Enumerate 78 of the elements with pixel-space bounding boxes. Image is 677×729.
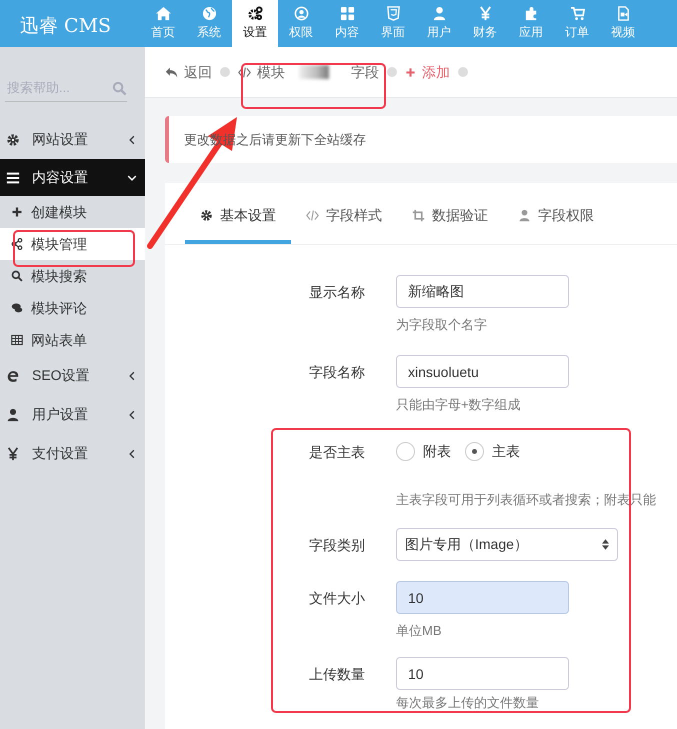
search-icon xyxy=(11,270,23,282)
field-label: 上传数量 xyxy=(308,664,365,682)
gears-icon xyxy=(248,6,262,21)
back-link[interactable]: 返回 xyxy=(165,62,212,82)
help-text: 主表字段可用于列表循环或者搜索；附表只能 xyxy=(396,492,657,508)
video-file-icon xyxy=(616,6,630,21)
code-icon xyxy=(238,66,251,78)
grid-icon xyxy=(340,6,354,21)
plus-icon xyxy=(11,206,23,218)
settings-icon xyxy=(200,209,213,222)
form-tab[interactable]: 字段权限 xyxy=(503,197,609,244)
code-icon xyxy=(306,209,319,222)
sidebar-item[interactable]: SEO设置 xyxy=(0,356,145,395)
sidebar-item[interactable]: 内容设置 xyxy=(0,159,145,196)
breadcrumb-link[interactable]: 模块 xyxy=(238,62,285,82)
field-label: 文件大小 xyxy=(308,588,365,606)
help-text: 单位MB xyxy=(396,623,442,639)
chevron-down-icon xyxy=(127,172,137,182)
breadcrumb-link[interactable]: 字段 xyxy=(351,62,379,82)
field-label: 是否主表 xyxy=(308,442,365,460)
form-tab[interactable]: 字段样式 xyxy=(291,197,397,244)
chevron-left-icon xyxy=(127,134,137,144)
menu-icon xyxy=(6,170,20,184)
comments-icon xyxy=(11,302,23,314)
share-icon xyxy=(11,238,23,250)
sidebar-item[interactable]: 用户设置 xyxy=(0,395,145,434)
text-field[interactable]: xinsuoluetu xyxy=(396,355,569,388)
globe-icon xyxy=(202,6,216,21)
letter-e-icon xyxy=(6,368,20,382)
blurred-block xyxy=(299,65,329,79)
separator-dot xyxy=(387,67,397,77)
field-label: 字段类别 xyxy=(308,536,365,554)
field-label: 字段名称 xyxy=(308,362,365,380)
cart-icon xyxy=(570,6,584,21)
user-icon xyxy=(432,6,446,21)
crop-icon xyxy=(412,209,425,222)
home-icon xyxy=(156,6,170,21)
sidebar-subitem[interactable]: 网站表单 xyxy=(0,324,145,356)
help-text: 只能由字母+数字组成 xyxy=(396,397,522,413)
chevron-left-icon xyxy=(127,448,137,458)
sidebar-subitem[interactable]: 创建模块 xyxy=(0,196,145,228)
sidebar-subitem[interactable]: 模块评论 xyxy=(0,292,145,324)
plus-icon xyxy=(405,66,416,78)
sort-caret-icon xyxy=(602,539,609,550)
settings-icon xyxy=(6,132,20,146)
text-field[interactable]: 新缩略图 xyxy=(396,275,569,308)
user-circle-icon xyxy=(294,6,308,21)
radio-label: 附表 xyxy=(423,442,451,461)
user-icon xyxy=(518,209,531,222)
table-icon xyxy=(11,334,23,346)
help-text: 每次最多上传的文件数量 xyxy=(396,695,540,711)
select-field[interactable]: 图片专用（Image） xyxy=(396,528,618,561)
help-text: 为字段取个名字 xyxy=(396,317,488,333)
radio-label: 主表 xyxy=(492,442,520,461)
form-tab[interactable]: 数据验证 xyxy=(397,197,503,244)
radio-button[interactable] xyxy=(396,442,415,461)
text-field[interactable]: 10 xyxy=(396,581,569,614)
yen-icon xyxy=(478,6,492,21)
sidebar-subitem[interactable]: 模块管理 xyxy=(0,228,145,260)
user-icon xyxy=(6,408,20,422)
search-icon xyxy=(112,80,127,96)
separator-dot xyxy=(220,67,230,77)
radio-button[interactable] xyxy=(465,442,484,461)
chevron-left-icon xyxy=(127,410,137,420)
puzzle-icon xyxy=(524,6,538,21)
app-logo: 迅睿 CMS xyxy=(19,14,112,39)
sidebar-item[interactable]: 网站设置 xyxy=(0,120,145,159)
sidebar-item[interactable]: 支付设置 xyxy=(0,434,145,473)
sidebar-subitem[interactable]: 模块搜索 xyxy=(0,260,145,292)
field-label: 显示名称 xyxy=(308,282,365,300)
yen-icon xyxy=(6,446,20,460)
back-arrow-icon xyxy=(165,66,178,78)
chevron-left-icon xyxy=(127,370,137,380)
text-field[interactable]: 10 xyxy=(396,657,569,690)
nav-tab[interactable]: 设置 xyxy=(232,0,278,47)
separator-dot xyxy=(458,67,468,77)
form-tab[interactable]: 基本设置 xyxy=(185,197,291,244)
shield-icon xyxy=(386,6,400,21)
